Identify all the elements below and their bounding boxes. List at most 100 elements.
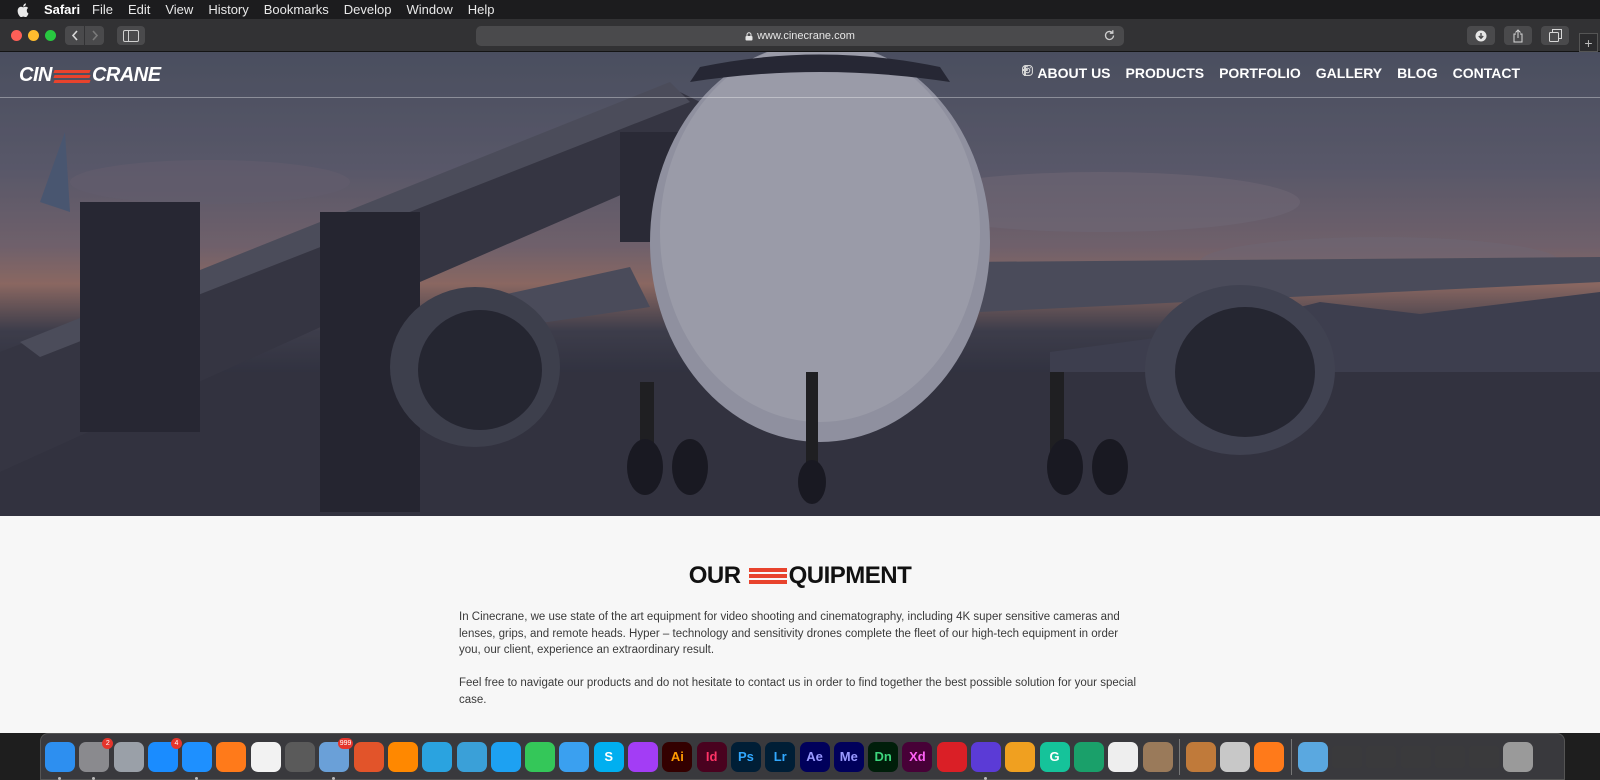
dock-icon-label: Ae	[806, 749, 823, 764]
menu-window[interactable]: Window	[407, 0, 453, 19]
nav-portfolio[interactable]: PORTFOLIO	[1219, 65, 1301, 81]
back-button[interactable]	[65, 26, 84, 45]
dock-clock-icon[interactable]	[250, 741, 281, 772]
nav-about-us[interactable]: ABOUT US	[1037, 65, 1110, 81]
dock-icon-label: Id	[705, 749, 718, 764]
nav-gallery[interactable]: GALLERY	[1316, 65, 1382, 81]
chevron-right-icon	[91, 30, 98, 41]
dock-grammarly-icon[interactable]: G	[1039, 741, 1070, 772]
dock: 2 4 999 S Ai Id Ps Lr Ae Me Dn Xd G	[40, 733, 1565, 780]
dock-app-store-icon[interactable]: 4	[147, 737, 182, 772]
apple-icon[interactable]	[16, 2, 30, 17]
dock-messages-icon[interactable]	[559, 741, 590, 772]
dock-icon-label: G	[1049, 749, 1060, 764]
close-window-button[interactable]	[11, 30, 22, 41]
dock-media-encoder-icon[interactable]: Me	[833, 741, 864, 772]
plus-icon: +	[1584, 34, 1593, 51]
dock-messenger-icon[interactable]	[628, 741, 659, 772]
zoom-window-button[interactable]	[45, 30, 56, 41]
dock-firefox-2-icon[interactable]	[1254, 741, 1285, 772]
dock-skype-icon[interactable]: S	[593, 741, 624, 772]
dock-preview-icon[interactable]: 999	[319, 737, 354, 780]
dock-system-preferences-icon[interactable]: 2	[79, 737, 114, 780]
dock-dimension-icon[interactable]: Dn	[868, 741, 899, 772]
tab-overview-button[interactable]	[1541, 26, 1569, 45]
dock-rocket-typist-icon[interactable]	[353, 741, 384, 772]
dock-firefox-icon[interactable]	[216, 741, 247, 772]
menu-bar: Safari File Edit View History Bookmarks …	[0, 0, 1600, 19]
dock-cocktail-icon[interactable]	[1185, 741, 1216, 772]
nav-products[interactable]: PRODUCTS	[1126, 65, 1205, 81]
menu-develop[interactable]: Develop	[344, 0, 392, 19]
dock-grammarly-2-icon[interactable]	[1073, 741, 1104, 772]
facebook-icon[interactable]	[1022, 65, 1545, 79]
site-header: CIN CRANE ABOUT US PRODUCTS PORTFOLIO GA…	[0, 52, 1600, 98]
heading-e-bars-icon	[748, 567, 787, 585]
dock-after-effects-icon[interactable]: Ae	[799, 741, 830, 772]
dock-trash-icon[interactable]	[1503, 741, 1534, 772]
menu-view[interactable]: View	[165, 0, 193, 19]
nav-contact[interactable]: CONTACT	[1453, 65, 1520, 81]
equipment-paragraph-1: In Cinecrane, we use state of the art eq…	[459, 611, 1120, 656]
dock-vectornator-icon[interactable]	[1005, 741, 1036, 772]
dock-indesign-icon[interactable]: Id	[696, 741, 727, 772]
dock-icon-label: Lr	[773, 749, 787, 764]
dock-cyberduck-icon[interactable]	[456, 741, 487, 772]
dock-stack-2-icon[interactable]	[1366, 745, 1397, 768]
new-tab-button[interactable]: +	[1579, 33, 1598, 52]
address-bar[interactable]: www.cinecrane.com	[476, 26, 1124, 46]
notification-badge: 2	[102, 737, 114, 749]
minimize-window-button[interactable]	[28, 30, 39, 41]
running-indicator	[984, 776, 988, 780]
dock-separator	[1178, 738, 1180, 775]
running-indicator	[58, 776, 61, 780]
menu-bookmarks[interactable]: Bookmarks	[264, 0, 329, 19]
tabs-icon	[1548, 29, 1562, 42]
dock-proton-vpn-icon[interactable]	[971, 741, 1002, 780]
dock-safari-icon[interactable]	[182, 741, 213, 780]
heading-text-right: QUIPMENT	[788, 562, 912, 589]
dock-stack-3-icon[interactable]	[1400, 745, 1431, 768]
dock-stack-5-icon[interactable]	[1469, 745, 1500, 768]
dock-facetime-icon[interactable]	[525, 741, 556, 772]
forward-button[interactable]	[85, 26, 104, 45]
web-page: CIN CRANE ABOUT US PRODUCTS PORTFOLIO GA…	[0, 52, 1600, 733]
sidebar-toggle-button[interactable]	[117, 26, 145, 45]
dock-downloads-folder-icon[interactable]	[1297, 741, 1328, 772]
dock-icon-label: S	[604, 749, 614, 764]
dock-creative-cloud-icon[interactable]	[936, 741, 967, 772]
dock-calculator-icon[interactable]	[1220, 741, 1251, 772]
dock-vlc-icon[interactable]	[387, 741, 418, 772]
dock-textedit-icon[interactable]	[1108, 741, 1139, 772]
logo-bars-icon	[53, 67, 91, 83]
menu-history[interactable]: History	[208, 0, 248, 19]
cinecrane-logo[interactable]: CIN CRANE	[19, 62, 161, 88]
dock-icon-label: Xd	[909, 749, 926, 764]
dock-twitter-icon[interactable]	[490, 741, 521, 772]
dock-stack-4-icon[interactable]	[1434, 745, 1465, 768]
dock-xd-icon[interactable]: Xd	[902, 741, 933, 772]
notification-badge: 4	[170, 737, 182, 749]
dock-launchpad-icon[interactable]	[113, 741, 144, 772]
menu-file[interactable]: File	[92, 0, 113, 19]
downloads-button[interactable]	[1467, 26, 1495, 45]
running-indicator	[195, 776, 199, 780]
dock-garageband-icon[interactable]	[1142, 741, 1173, 772]
dock-photoshop-icon[interactable]: Ps	[730, 741, 761, 772]
dock-illustrator-icon[interactable]: Ai	[662, 741, 693, 772]
menu-help[interactable]: Help	[468, 0, 495, 19]
share-button[interactable]	[1504, 26, 1532, 45]
dock-telegram-icon[interactable]	[422, 741, 453, 772]
dock-separator	[1290, 738, 1292, 775]
instagram-icon[interactable]	[1022, 65, 1570, 79]
dock-stack-1-icon[interactable]	[1331, 745, 1362, 768]
nav-blog[interactable]: BLOG	[1397, 65, 1437, 81]
dock-bouquet-icon[interactable]	[285, 741, 316, 772]
download-icon	[1475, 30, 1487, 41]
reload-icon[interactable]	[1103, 29, 1116, 42]
dock-lightroom-icon[interactable]: Lr	[765, 741, 796, 772]
dock-icon-label: Ai	[670, 749, 684, 764]
lock-icon	[745, 31, 753, 40]
menu-edit[interactable]: Edit	[128, 0, 150, 19]
dock-finder-icon[interactable]	[45, 741, 75, 780]
